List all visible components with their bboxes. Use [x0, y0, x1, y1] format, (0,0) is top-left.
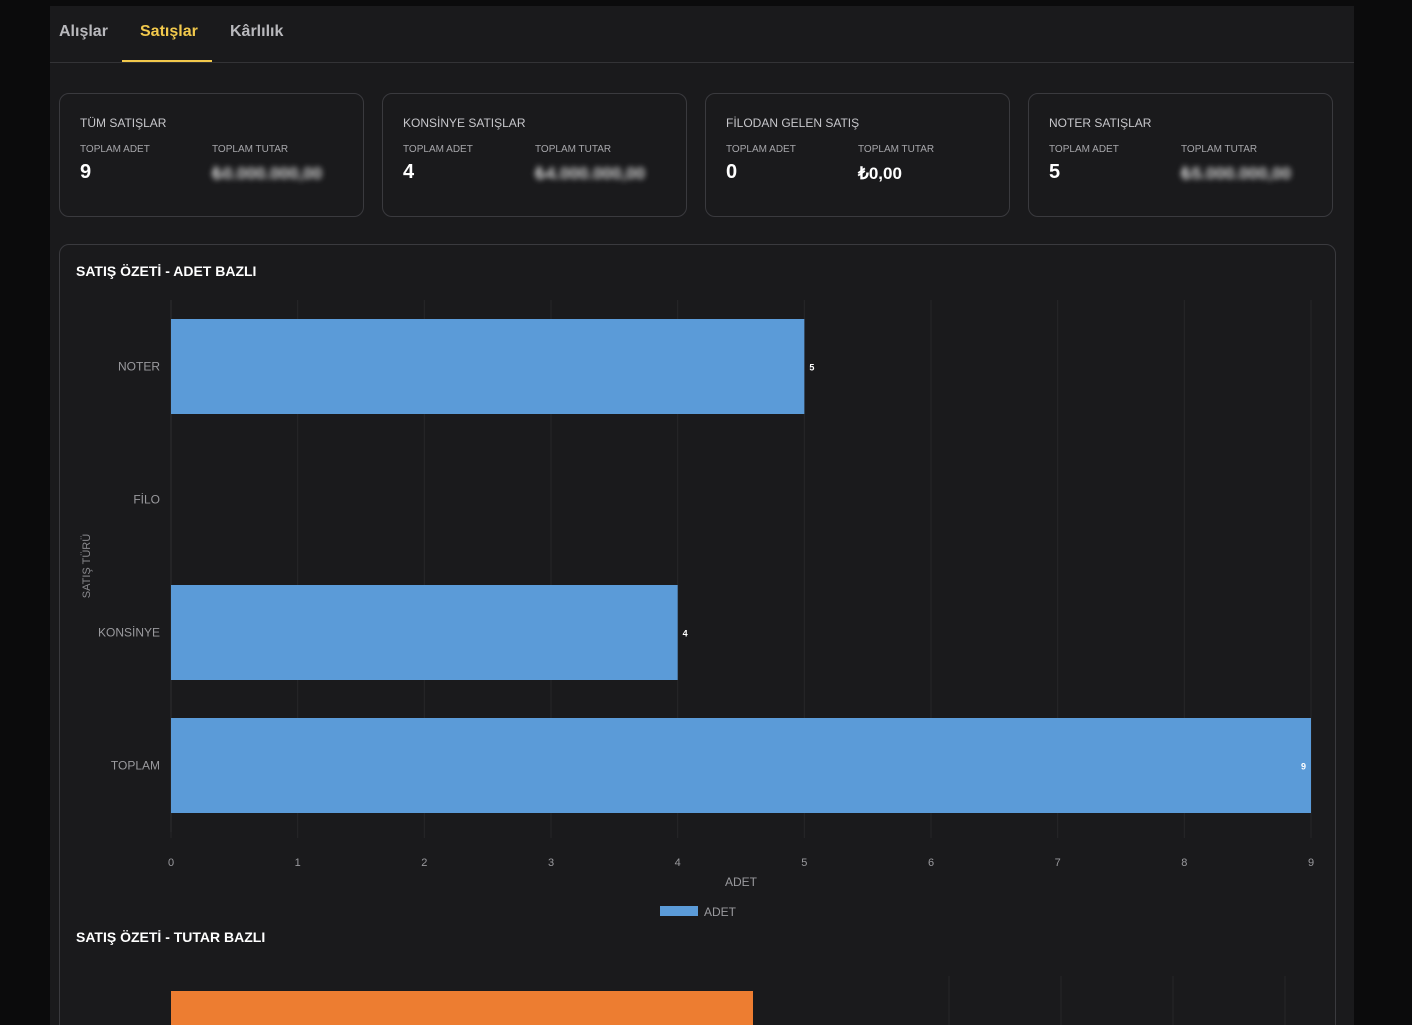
card-adet-label: TOPLAM ADET — [403, 144, 473, 155]
y-tick-label: KONSİNYE — [98, 626, 160, 640]
card-tutar-label: TOPLAM TUTAR — [1181, 144, 1258, 155]
x-tick-label: 7 — [1055, 857, 1061, 869]
x-tick-label: 0 — [168, 857, 174, 869]
x-tick-label: 2 — [421, 857, 427, 869]
tutar-bar — [171, 991, 753, 1025]
x-tick-label: 1 — [295, 857, 301, 869]
bar-data-label: 5 — [809, 363, 814, 373]
card-adet-label: TOPLAM ADET — [726, 144, 796, 155]
card-title: NOTER SATIŞLAR — [1049, 116, 1152, 130]
y-axis-title: SATIŞ TÜRÜ — [81, 534, 93, 598]
x-tick-label: 8 — [1181, 857, 1187, 869]
chart-title-adet: SATIŞ ÖZETİ - ADET BAZLI — [76, 263, 257, 279]
legend-swatch — [660, 906, 698, 916]
y-tick-label: NOTER — [118, 360, 160, 374]
card-adet-value: 0 — [726, 161, 738, 183]
tab-karlilik[interactable]: Kârlılık — [230, 23, 283, 41]
tab-bar: Alışlar Satışlar Kârlılık — [50, 6, 1354, 63]
tutar-bar-chart-partial — [171, 976, 1286, 1025]
bar-data-label: 9 — [1301, 762, 1306, 772]
card-adet-label: TOPLAM ADET — [1049, 144, 1119, 155]
x-tick-label: 5 — [801, 857, 807, 869]
card-konsinye-satislar: KONSİNYE SATIŞLAR TOPLAM ADET TOPLAM TUT… — [382, 93, 687, 217]
card-filodan-gelen-satis: FİLODAN GELEN SATIŞ TOPLAM ADET TOPLAM T… — [705, 93, 1010, 217]
card-noter-satislar: NOTER SATIŞLAR TOPLAM ADET TOPLAM TUTAR … — [1028, 93, 1333, 217]
card-tutar-value: ₺0,00 — [858, 164, 902, 183]
x-tick-label: 6 — [928, 857, 934, 869]
sales-panel: Alışlar Satışlar Kârlılık TÜM SATIŞLAR T… — [50, 6, 1354, 1025]
legend-label: ADET — [704, 905, 737, 916]
card-tum-satislar: TÜM SATIŞLAR TOPLAM ADET TOPLAM TUTAR 9 … — [59, 93, 364, 217]
card-adet-label: TOPLAM ADET — [80, 144, 150, 155]
card-tutar-value-blurred: ₺4.000.000,00 — [535, 164, 646, 183]
card-title: KONSİNYE SATIŞLAR — [403, 116, 526, 130]
x-tick-label: 4 — [675, 857, 681, 869]
card-title: FİLODAN GELEN SATIŞ — [726, 116, 860, 130]
card-tutar-label: TOPLAM TUTAR — [858, 144, 935, 155]
bar-toplam — [171, 718, 1311, 813]
card-tutar-label: TOPLAM TUTAR — [535, 144, 612, 155]
card-tutar-value-blurred: ₺5.000.000,00 — [1181, 164, 1292, 183]
adet-bar-chart: 0 1 2 3 4 5 6 7 8 9 NOTER 5 FİLO KONSİNYE 4 TOPLAM 9 ADET… — [81, 300, 1314, 916]
tab-satislar[interactable]: Satışlar — [140, 23, 198, 41]
bar-data-label: 4 — [683, 629, 688, 639]
y-tick-label: TOPLAM — [111, 759, 160, 773]
card-tutar-label: TOPLAM TUTAR — [212, 144, 289, 155]
card-adet-value: 4 — [403, 161, 415, 183]
x-tick-label: 9 — [1308, 857, 1314, 869]
card-adet-value: 5 — [1049, 161, 1061, 183]
tab-alislar[interactable]: Alışlar — [59, 23, 108, 41]
card-title: TÜM SATIŞLAR — [80, 116, 167, 130]
card-adet-value: 9 — [80, 161, 92, 183]
active-tab-indicator — [122, 60, 212, 62]
chart-title-tutar: SATIŞ ÖZETİ - TUTAR BAZLI — [76, 929, 266, 945]
bar-konsi̇nye — [171, 585, 678, 680]
x-tick-label: 3 — [548, 857, 554, 869]
x-axis-title: ADET — [725, 875, 758, 889]
card-tutar-value-blurred: ₺0.000.000,00 — [212, 164, 323, 183]
y-tick-label: FİLO — [133, 493, 160, 507]
bar-noter — [171, 319, 805, 414]
